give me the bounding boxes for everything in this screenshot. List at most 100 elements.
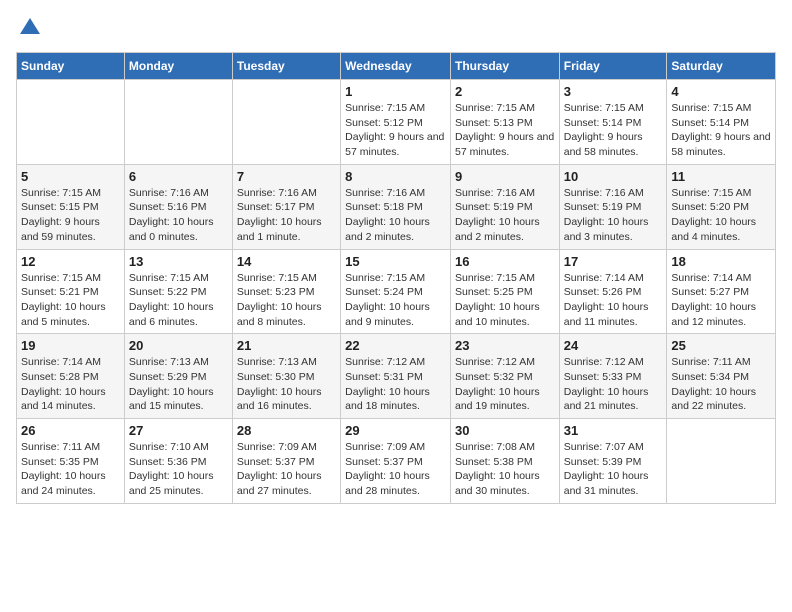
sunrise-text: Sunrise: 7:15 AM [671, 186, 771, 201]
sunrise-text: Sunrise: 7:16 AM [455, 186, 555, 201]
day-number: 6 [129, 169, 228, 184]
calendar-cell: 17Sunrise: 7:14 AMSunset: 5:26 PMDayligh… [559, 249, 667, 334]
calendar-week-row: 19 Sunrise: 7:14 AMSunset: 5:28 PM Dayligh… [17, 334, 776, 419]
calendar-cell: 14Sunrise: 7:15 AMSunset: 5:23 PMDayligh… [232, 249, 340, 334]
sunset-text: Sunset: 5:25 PM [455, 285, 555, 300]
daylight-text: Daylight: 10 hours and 24 minutes. [21, 469, 120, 498]
day-info: Sunrise: 7:10 AMSunset: 5:36 PMDaylight:… [129, 440, 228, 499]
day-info: Sunrise: 7:15 AMSunset: 5:14 PMDaylight:… [671, 101, 771, 160]
sunset-text: Sunset: 5:29 PM [129, 370, 228, 385]
sunset-text: Sunset: 5:39 PM [564, 455, 663, 470]
calendar-cell: 22Sunrise: 7:12 AMSunset: 5:31 PMDayligh… [341, 334, 451, 419]
day-number: 1 [345, 84, 446, 99]
sunset-text: Sunset: 5:28 PM [21, 370, 120, 385]
day-info: Sunrise: 7:12 AMSunset: 5:33 PMDaylight:… [564, 355, 663, 414]
sunrise-text: Sunrise: 7:14 AM [21, 355, 120, 370]
day-number: 7 [237, 169, 336, 184]
daylight-text: Daylight: 9 hours and 57 minutes. [455, 130, 555, 159]
sunrise-text: Sunrise: 7:14 AM [671, 271, 771, 286]
sunset-text: Sunset: 5:17 PM [237, 200, 336, 215]
sunset-text: Sunset: 5:30 PM [237, 370, 336, 385]
sunrise-text: Sunrise: 7:12 AM [345, 355, 446, 370]
sunrise-text: Sunrise: 7:15 AM [345, 101, 446, 116]
calendar-cell: 24Sunrise: 7:12 AMSunset: 5:33 PMDayligh… [559, 334, 667, 419]
day-number: 18 [671, 254, 771, 269]
day-number: 16 [455, 254, 555, 269]
calendar-cell: 10Sunrise: 7:16 AMSunset: 5:19 PMDayligh… [559, 164, 667, 249]
sunrise-text: Sunrise: 7:15 AM [455, 101, 555, 116]
calendar-cell: 13Sunrise: 7:15 AMSunset: 5:22 PMDayligh… [124, 249, 232, 334]
day-info: Sunrise: 7:08 AMSunset: 5:38 PMDaylight:… [455, 440, 555, 499]
day-info: Sunrise: 7:09 AMSunset: 5:37 PMDaylight:… [237, 440, 336, 499]
weekday-header-thursday: Thursday [450, 53, 559, 80]
sunset-text: Sunset: 5:37 PM [345, 455, 446, 470]
day-number: 13 [129, 254, 228, 269]
sunset-text: Sunset: 5:26 PM [564, 285, 663, 300]
day-info: Sunrise: 7:12 AMSunset: 5:31 PMDaylight:… [345, 355, 446, 414]
day-info: Sunrise: 7:14 AMSunset: 5:26 PMDaylight:… [564, 271, 663, 330]
day-info: Sunrise: 7:12 AMSunset: 5:32 PMDaylight:… [455, 355, 555, 414]
day-info: Sunrise: 7:15 AMSunset: 5:24 PMDaylight:… [345, 271, 446, 330]
daylight-text: Daylight: 10 hours and 4 minutes. [671, 215, 771, 244]
calendar-cell: 1Sunrise: 7:15 AMSunset: 5:12 PMDaylight… [341, 80, 451, 165]
day-number: 8 [345, 169, 446, 184]
sunset-text: Sunset: 5:36 PM [129, 455, 228, 470]
calendar-week-row: 12Sunrise: 7:15 AMSunset: 5:21 PMDayligh… [17, 249, 776, 334]
day-info: Sunrise: 7:11 AMSunset: 5:35 PMDaylight:… [21, 440, 120, 499]
day-info: Sunrise: 7:16 AMSunset: 5:17 PMDaylight:… [237, 186, 336, 245]
sunset-text: Sunset: 5:31 PM [345, 370, 446, 385]
day-number: 27 [129, 423, 228, 438]
sunset-text: Sunset: 5:14 PM [564, 116, 663, 131]
daylight-text: Daylight: 10 hours and 11 minutes. [564, 300, 663, 329]
sunrise-text: Sunrise: 7:15 AM [21, 186, 120, 201]
daylight-text: Daylight: 10 hours and 1 minute. [237, 215, 336, 244]
weekday-header-row: SundayMondayTuesdayWednesdayThursdayFrid… [17, 53, 776, 80]
calendar-cell: 29Sunrise: 7:09 AMSunset: 5:37 PMDayligh… [341, 419, 451, 504]
daylight-text: Daylight: 9 hours and 57 minutes. [345, 130, 446, 159]
day-number: 4 [671, 84, 771, 99]
day-info: Sunrise: 7:07 AMSunset: 5:39 PMDaylight:… [564, 440, 663, 499]
day-info: Sunrise: 7:15 AMSunset: 5:15 PMDaylight:… [21, 186, 120, 245]
calendar-cell: 4 Sunrise: 7:15 AMSunset: 5:14 PMDaylight… [667, 80, 776, 165]
day-info: Sunrise: 7:16 AMSunset: 5:16 PMDaylight:… [129, 186, 228, 245]
day-info: Sunrise: 7:09 AMSunset: 5:37 PMDaylight:… [345, 440, 446, 499]
daylight-text: Daylight: 10 hours and 18 minutes. [345, 385, 446, 414]
calendar-cell [667, 419, 776, 504]
sunrise-text: Sunrise: 7:15 AM [345, 271, 446, 286]
sunset-text: Sunset: 5:19 PM [455, 200, 555, 215]
daylight-text: Daylight: 10 hours and 27 minutes. [237, 469, 336, 498]
sunrise-text: Sunrise: 7:16 AM [237, 186, 336, 201]
daylight-text: Daylight: 10 hours and 9 minutes. [345, 300, 446, 329]
page-header [16, 16, 776, 40]
logo [16, 16, 42, 40]
daylight-text: Daylight: 9 hours and 59 minutes. [21, 215, 120, 244]
sunset-text: Sunset: 5:27 PM [671, 285, 771, 300]
day-number: 30 [455, 423, 555, 438]
sunset-text: Sunset: 5:37 PM [237, 455, 336, 470]
daylight-text: Daylight: 10 hours and 25 minutes. [129, 469, 228, 498]
sunset-text: Sunset: 5:34 PM [671, 370, 771, 385]
sunrise-text: Sunrise: 7:07 AM [564, 440, 663, 455]
daylight-text: Daylight: 10 hours and 22 minutes. [671, 385, 771, 414]
weekday-header-friday: Friday [559, 53, 667, 80]
calendar-cell: 15Sunrise: 7:15 AMSunset: 5:24 PMDayligh… [341, 249, 451, 334]
calendar-week-row: 1Sunrise: 7:15 AMSunset: 5:12 PMDaylight… [17, 80, 776, 165]
sunrise-text: Sunrise: 7:09 AM [237, 440, 336, 455]
calendar-cell: 8Sunrise: 7:16 AMSunset: 5:18 PMDaylight… [341, 164, 451, 249]
daylight-text: Daylight: 10 hours and 19 minutes. [455, 385, 555, 414]
daylight-text: Daylight: 10 hours and 8 minutes. [237, 300, 336, 329]
calendar-cell: 5Sunrise: 7:15 AMSunset: 5:15 PMDaylight… [17, 164, 125, 249]
day-number: 11 [671, 169, 771, 184]
calendar-cell: 6 Sunrise: 7:16 AMSunset: 5:16 PMDaylight… [124, 164, 232, 249]
day-info: Sunrise: 7:15 AMSunset: 5:21 PMDaylight:… [21, 271, 120, 330]
sunset-text: Sunset: 5:13 PM [455, 116, 555, 131]
day-number: 31 [564, 423, 663, 438]
sunrise-text: Sunrise: 7:13 AM [237, 355, 336, 370]
sunrise-text: Sunrise: 7:16 AM [129, 186, 228, 201]
calendar-cell [124, 80, 232, 165]
logo-icon [18, 16, 42, 40]
day-number: 23 [455, 338, 555, 353]
sunrise-text: Sunrise: 7:15 AM [237, 271, 336, 286]
sunset-text: Sunset: 5:35 PM [21, 455, 120, 470]
day-number: 19 [21, 338, 120, 353]
